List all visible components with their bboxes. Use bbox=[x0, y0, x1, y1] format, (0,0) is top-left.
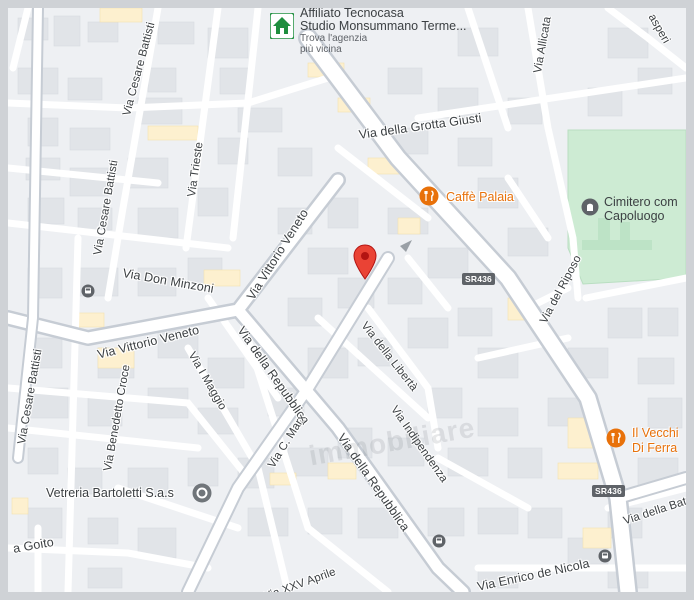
vecchio-label-line2: Di Ferra bbox=[632, 441, 678, 455]
bus-stop-icon[interactable] bbox=[432, 534, 446, 548]
bus-stop-icon[interactable] bbox=[81, 284, 95, 298]
cafe-poi-label[interactable]: Caffè Palaia bbox=[446, 190, 514, 204]
location-pin-icon[interactable] bbox=[352, 244, 378, 280]
vecchio-label-line1: Il Vecchi bbox=[632, 426, 679, 440]
restaurant-icon[interactable] bbox=[419, 186, 439, 206]
road-shield-sr436-a: SR436 bbox=[462, 273, 495, 285]
agency-house-icon bbox=[270, 13, 294, 39]
vetreria-poi-label[interactable]: Vetreria Bartoletti S.a.s bbox=[46, 486, 174, 500]
map-base-layer bbox=[8, 8, 686, 592]
restaurant-icon[interactable] bbox=[606, 428, 626, 448]
shop-icon[interactable] bbox=[192, 483, 212, 503]
map-viewport[interactable]: Via Cesare Battisti Via Cesare Battisti … bbox=[8, 8, 686, 592]
road-shield-sr436-b: SR436 bbox=[592, 485, 625, 497]
bus-stop-icon[interactable] bbox=[598, 549, 612, 563]
screenshot-frame: Via Cesare Battisti Via Cesare Battisti … bbox=[0, 0, 694, 600]
cemetery-label-line2: Capoluogo bbox=[604, 209, 665, 223]
agency-sub-line2: più vicina bbox=[300, 44, 342, 55]
cemetery-poi-label[interactable]: Cimitero com Capoluogo bbox=[604, 195, 678, 223]
agency-name-line2: Studio Monsummano Terme... bbox=[300, 19, 467, 33]
vecchio-poi-label[interactable]: Il Vecchi Di Ferra bbox=[632, 426, 679, 456]
agency-sub-line1: Trova l'agenzia bbox=[300, 33, 368, 44]
cemetery-label-line1: Cimitero com bbox=[604, 195, 678, 209]
cemetery-icon[interactable] bbox=[581, 198, 599, 216]
